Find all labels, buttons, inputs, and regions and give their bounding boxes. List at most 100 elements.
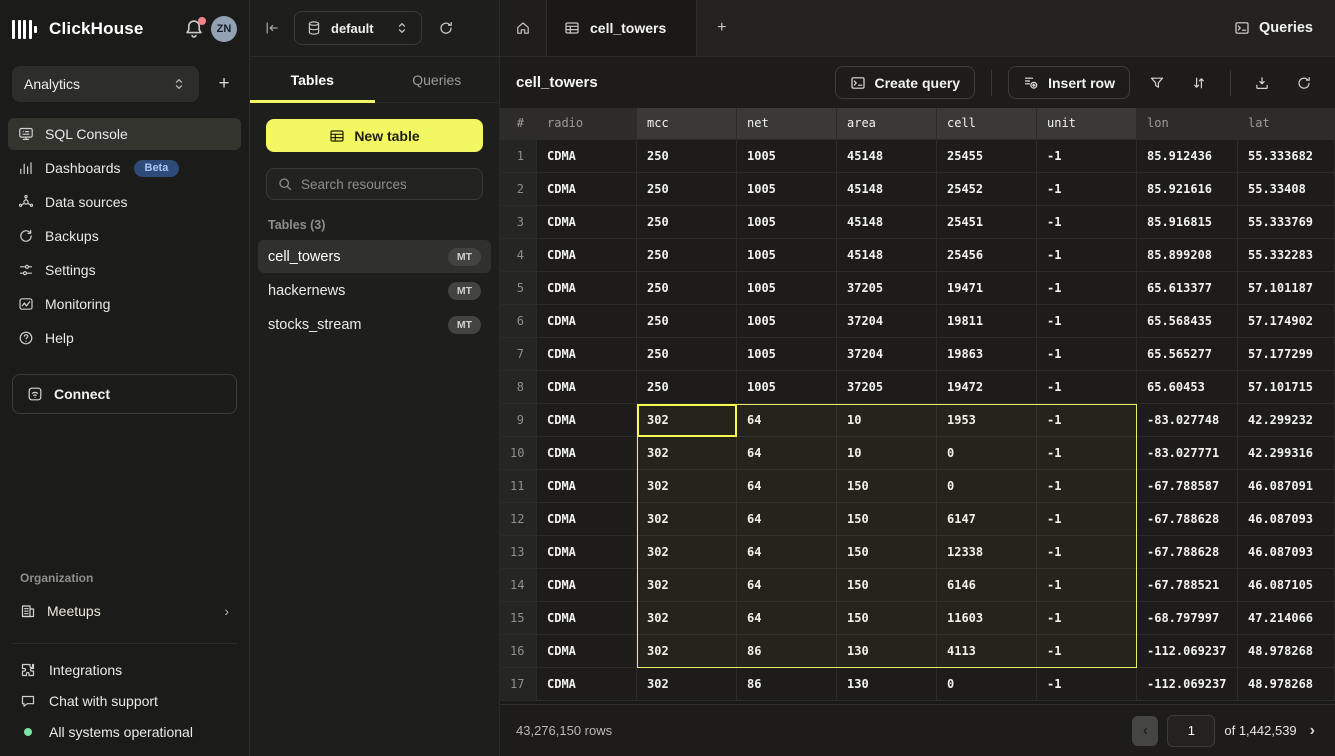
cell-area-row5[interactable]: 37205: [837, 272, 937, 305]
user-avatar[interactable]: ZN: [211, 16, 237, 42]
cell-mcc-row15[interactable]: 302: [637, 602, 737, 635]
cell-cell-row6[interactable]: 19811: [937, 305, 1037, 338]
sort-icon[interactable]: [1184, 68, 1214, 98]
cell-lat-row10[interactable]: 42.299316: [1238, 437, 1335, 470]
cell-cell-row9[interactable]: 1953: [937, 404, 1037, 437]
prev-page-button[interactable]: ‹: [1132, 716, 1158, 746]
column-header-row-number[interactable]: #: [500, 108, 537, 140]
cell-unit-row8[interactable]: -1: [1037, 371, 1137, 404]
sidebar-item-dashboards[interactable]: DashboardsBeta: [8, 152, 241, 184]
cell-mcc-row10[interactable]: 302: [637, 437, 737, 470]
next-page-button[interactable]: ›: [1306, 722, 1319, 740]
system-status[interactable]: All systems operational: [20, 724, 229, 740]
tab-cell-towers[interactable]: cell_towers: [547, 0, 697, 56]
sidebar-item-chat-support[interactable]: Chat with support: [20, 693, 229, 709]
cell-radio-row4[interactable]: CDMA: [537, 239, 637, 272]
cell-area-row2[interactable]: 45148: [837, 173, 937, 206]
cell-radio-row5[interactable]: CDMA: [537, 272, 637, 305]
cell-area-row13[interactable]: 150: [837, 536, 937, 569]
column-header-lat[interactable]: lat: [1238, 108, 1335, 140]
cell-lat-row16[interactable]: 48.978268: [1238, 635, 1335, 668]
cell-area-row6[interactable]: 37204: [837, 305, 937, 338]
cell-mcc-row16[interactable]: 302: [637, 635, 737, 668]
cell-net-row2[interactable]: 1005: [737, 173, 837, 206]
refresh-icon[interactable]: [1289, 68, 1319, 98]
row-number-cell[interactable]: 3: [500, 206, 537, 239]
row-number-cell[interactable]: 10: [500, 437, 537, 470]
cell-unit-row15[interactable]: -1: [1037, 602, 1137, 635]
cell-unit-row14[interactable]: -1: [1037, 569, 1137, 602]
tab-tables[interactable]: Tables: [250, 57, 375, 102]
cell-radio-row3[interactable]: CDMA: [537, 206, 637, 239]
cell-radio-row8[interactable]: CDMA: [537, 371, 637, 404]
table-list-item-hackernews[interactable]: hackernewsMT: [258, 274, 491, 307]
cell-cell-row2[interactable]: 25452: [937, 173, 1037, 206]
row-number-cell[interactable]: 6: [500, 305, 537, 338]
tab-queries[interactable]: Queries: [375, 57, 500, 102]
cell-unit-row5[interactable]: -1: [1037, 272, 1137, 305]
cell-unit-row3[interactable]: -1: [1037, 206, 1137, 239]
cell-net-row7[interactable]: 1005: [737, 338, 837, 371]
cell-lon-row17[interactable]: -112.069237: [1137, 668, 1238, 701]
cell-lon-row16[interactable]: -112.069237: [1137, 635, 1238, 668]
cell-cell-row12[interactable]: 6147: [937, 503, 1037, 536]
cell-lon-row9[interactable]: -83.027748: [1137, 404, 1238, 437]
cell-net-row17[interactable]: 86: [737, 668, 837, 701]
cell-net-row11[interactable]: 64: [737, 470, 837, 503]
cell-area-row10[interactable]: 10: [837, 437, 937, 470]
cell-lat-row1[interactable]: 55.333682: [1238, 140, 1335, 173]
cell-lat-row5[interactable]: 57.101187: [1238, 272, 1335, 305]
cell-unit-row17[interactable]: -1: [1037, 668, 1137, 701]
cell-radio-row12[interactable]: CDMA: [537, 503, 637, 536]
cell-cell-row15[interactable]: 11603: [937, 602, 1037, 635]
cell-unit-row12[interactable]: -1: [1037, 503, 1137, 536]
cell-mcc-row6[interactable]: 250: [637, 305, 737, 338]
cell-net-row1[interactable]: 1005: [737, 140, 837, 173]
row-number-cell[interactable]: 5: [500, 272, 537, 305]
add-service-button[interactable]: +: [211, 71, 237, 97]
cell-net-row4[interactable]: 1005: [737, 239, 837, 272]
cell-unit-row16[interactable]: -1: [1037, 635, 1137, 668]
cell-area-row16[interactable]: 130: [837, 635, 937, 668]
cell-lon-row14[interactable]: -67.788521: [1137, 569, 1238, 602]
cell-lat-row6[interactable]: 57.174902: [1238, 305, 1335, 338]
row-number-cell[interactable]: 17: [500, 668, 537, 701]
cell-mcc-row8[interactable]: 250: [637, 371, 737, 404]
row-number-cell[interactable]: 2: [500, 173, 537, 206]
sidebar-item-sql-console[interactable]: SQL Console: [8, 118, 241, 150]
cell-lon-row12[interactable]: -67.788628: [1137, 503, 1238, 536]
cell-lon-row2[interactable]: 85.921616: [1137, 173, 1238, 206]
cell-cell-row11[interactable]: 0: [937, 470, 1037, 503]
create-query-button[interactable]: Create query: [835, 66, 976, 99]
cell-lat-row13[interactable]: 46.087093: [1238, 536, 1335, 569]
cell-area-row11[interactable]: 150: [837, 470, 937, 503]
cell-radio-row14[interactable]: CDMA: [537, 569, 637, 602]
search-resources-input[interactable]: [301, 177, 478, 192]
cell-lon-row5[interactable]: 65.613377: [1137, 272, 1238, 305]
column-header-net[interactable]: net: [737, 108, 837, 140]
cell-radio-row7[interactable]: CDMA: [537, 338, 637, 371]
cell-unit-row2[interactable]: -1: [1037, 173, 1137, 206]
table-list-item-cell_towers[interactable]: cell_towersMT: [258, 240, 491, 273]
cell-radio-row6[interactable]: CDMA: [537, 305, 637, 338]
cell-mcc-row5[interactable]: 250: [637, 272, 737, 305]
insert-row-button[interactable]: Insert row: [1008, 66, 1130, 99]
new-table-button[interactable]: New table: [266, 119, 483, 152]
row-number-cell[interactable]: 8: [500, 371, 537, 404]
column-header-lon[interactable]: lon: [1137, 108, 1238, 140]
cell-area-row4[interactable]: 45148: [837, 239, 937, 272]
cell-lon-row11[interactable]: -67.788587: [1137, 470, 1238, 503]
cell-radio-row15[interactable]: CDMA: [537, 602, 637, 635]
database-select[interactable]: default: [294, 11, 422, 45]
cell-unit-row11[interactable]: -1: [1037, 470, 1137, 503]
cell-lat-row12[interactable]: 46.087093: [1238, 503, 1335, 536]
row-number-cell[interactable]: 1: [500, 140, 537, 173]
cell-unit-row1[interactable]: -1: [1037, 140, 1137, 173]
download-icon[interactable]: [1247, 68, 1277, 98]
cell-cell-row5[interactable]: 19471: [937, 272, 1037, 305]
cell-unit-row13[interactable]: -1: [1037, 536, 1137, 569]
cell-radio-row2[interactable]: CDMA: [537, 173, 637, 206]
column-header-unit[interactable]: unit: [1037, 108, 1137, 140]
cell-unit-row6[interactable]: -1: [1037, 305, 1137, 338]
cell-lon-row13[interactable]: -67.788628: [1137, 536, 1238, 569]
